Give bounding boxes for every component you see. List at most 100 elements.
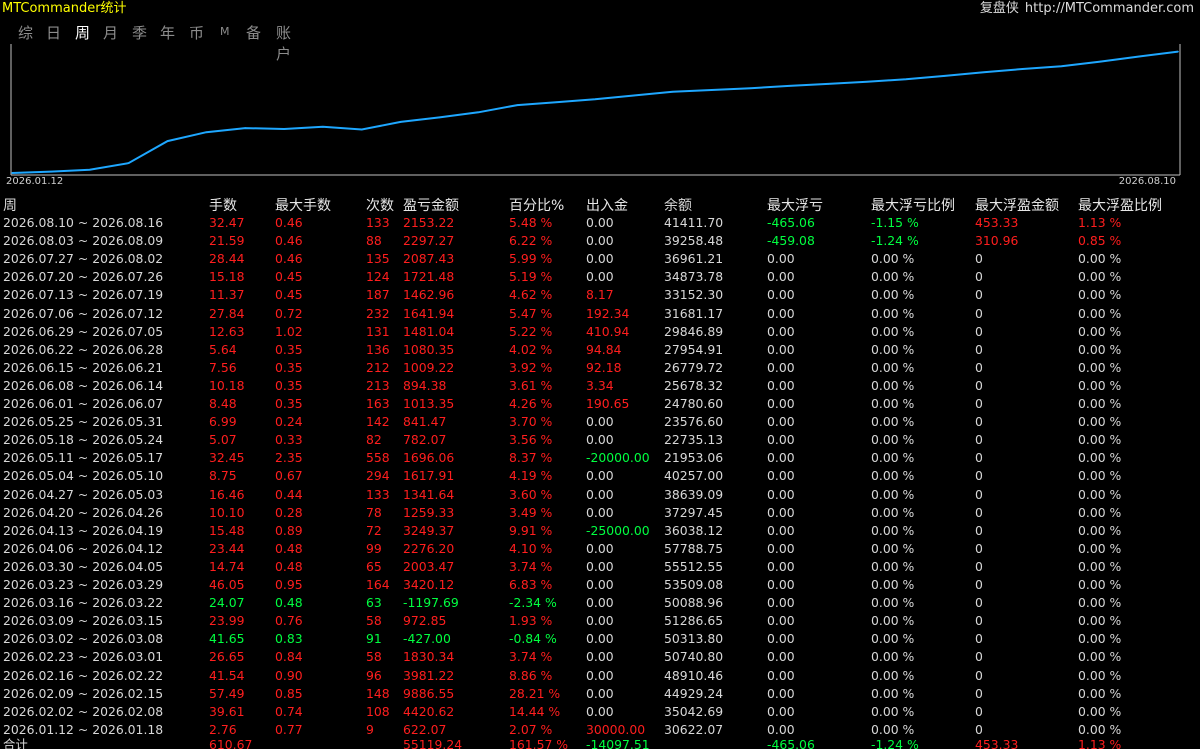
table-row[interactable]: 2026.04.13 ~ 2026.04.19 15.48 0.89 72 3249.3…: [0, 522, 1200, 540]
tab-m[interactable]: M: [220, 25, 230, 38]
cell-count: 133: [366, 486, 390, 502]
header-percent[interactable]: 百分比%: [509, 195, 564, 215]
table-row[interactable]: 2026.02.16 ~ 2026.02.22 41.54 0.90 96 3981.2…: [0, 667, 1200, 685]
tab-week[interactable]: 周: [75, 22, 90, 43]
cell-count: 232: [366, 305, 390, 321]
cell-max-floating-loss-ratio: 0.00 %: [871, 396, 915, 411]
cell-pnl: 2153.22: [403, 215, 455, 230]
table-row[interactable]: 2026.06.01 ~ 2026.06.07 8.48 0.35 163 1013.3…: [0, 395, 1200, 413]
cell-count: 96: [366, 667, 382, 683]
tab-day[interactable]: 日: [46, 22, 61, 43]
cell-max-floating-loss-ratio: 0.00 %: [871, 251, 915, 267]
cell-max-lots: 0.45: [275, 269, 303, 285]
cell-pnl: 1009.22: [403, 359, 455, 375]
header-count[interactable]: 次数: [366, 195, 394, 215]
cell-balance: 53509.08: [664, 577, 724, 592]
cell-lots: 15.18: [209, 269, 245, 285]
cell-count: 135: [366, 251, 390, 267]
table-row[interactable]: 2026.08.10 ~ 2026.08.16 32.47 0.46 133 2153.…: [0, 214, 1200, 232]
header-lots[interactable]: 手数: [209, 195, 237, 215]
cell-max-floating-profit-ratio: 0.00 %: [1078, 269, 1122, 285]
header-max-floating-profit-ratio[interactable]: 最大浮盈比例: [1078, 195, 1162, 215]
cell-max-lots: 0.46: [275, 233, 303, 249]
table-row[interactable]: 2026.07.20 ~ 2026.07.26 15.18 0.45 124 1721.…: [0, 268, 1200, 286]
table-row[interactable]: 2026.03.23 ~ 2026.03.29 46.05 0.95 164 3420.…: [0, 576, 1200, 594]
cell-max-floating-loss: 0.00: [767, 396, 795, 411]
cell-balance: 57788.75: [664, 540, 724, 556]
table-row[interactable]: 2026.03.16 ~ 2026.03.22 24.07 0.48 63 -1197.…: [0, 594, 1200, 612]
table-row[interactable]: 2026.04.06 ~ 2026.04.12 23.44 0.48 99 2276.2…: [0, 540, 1200, 558]
cell-max-lots: 0.72: [275, 305, 303, 321]
header-max-floating-profit[interactable]: 最大浮盈金额: [975, 195, 1059, 215]
table-row[interactable]: 2026.06.15 ~ 2026.06.21 7.56 0.35 212 1009.2…: [0, 359, 1200, 377]
table-row[interactable]: 2026.06.22 ~ 2026.06.28 5.64 0.35 136 1080.3…: [0, 341, 1200, 359]
cell-max-floating-profit-ratio: 0.00 %: [1078, 287, 1122, 303]
cell-deposit: 0.00: [586, 631, 614, 647]
cell-max-floating-loss: 0.00: [767, 287, 795, 303]
table-row[interactable]: 2026.03.09 ~ 2026.03.15 23.99 0.76 58 972.85…: [0, 612, 1200, 630]
header-pnl[interactable]: 盈亏金额: [403, 195, 459, 215]
cell-max-floating-profit: 0: [975, 703, 983, 719]
cell-week: 2026.04.06 ~ 2026.04.12: [3, 540, 164, 556]
header-max-floating-loss-ratio[interactable]: 最大浮亏比例: [871, 195, 955, 215]
tab-quarter[interactable]: 季: [132, 22, 147, 43]
cell-max-floating-loss-ratio: 0.00 %: [871, 323, 915, 339]
cell-percent: 4.19 %: [509, 468, 553, 484]
tab-month[interactable]: 月: [103, 22, 118, 43]
tab-year[interactable]: 年: [160, 22, 175, 43]
cell-max-lots: 0.48: [275, 540, 303, 556]
tab-composite[interactable]: 综: [18, 22, 33, 43]
table-total-row[interactable]: 合计 610.67 55119.24 161.57 % -14097.51 -465.06…: [0, 736, 1200, 749]
header-max-lots[interactable]: 最大手数: [275, 195, 331, 215]
table-row[interactable]: 2026.05.25 ~ 2026.05.31 6.99 0.24 142 841.47…: [0, 413, 1200, 431]
table-row[interactable]: 2026.06.08 ~ 2026.06.14 10.18 0.35 213 894.3…: [0, 377, 1200, 395]
cell-max-floating-profit: 310.96: [975, 233, 1019, 249]
header-deposit[interactable]: 出入金: [586, 195, 628, 215]
table-row[interactable]: 2026.06.29 ~ 2026.07.05 12.63 1.02 131 1481.…: [0, 323, 1200, 341]
table-row[interactable]: 2026.07.27 ~ 2026.08.02 28.44 0.46 135 2087.…: [0, 250, 1200, 268]
table-row[interactable]: 2026.07.06 ~ 2026.07.12 27.84 0.72 232 1641.…: [0, 305, 1200, 323]
table-row[interactable]: 2026.07.13 ~ 2026.07.19 11.37 0.45 187 1462.…: [0, 286, 1200, 304]
cell-max-floating-profit-ratio: 0.00 %: [1078, 667, 1122, 683]
header-max-floating-loss[interactable]: 最大浮亏: [767, 195, 823, 215]
table-row[interactable]: 2026.03.02 ~ 2026.03.08 41.65 0.83 91 -427.0…: [0, 630, 1200, 648]
brand-url-link[interactable]: http://MTCommander.com: [1025, 1, 1194, 16]
cell-balance: 44929.24: [664, 685, 724, 701]
header-week[interactable]: 周: [3, 195, 17, 215]
cell-week: 2026.04.20 ~ 2026.04.26: [3, 504, 164, 520]
table-row[interactable]: 2026.05.11 ~ 2026.05.17 32.45 2.35 558 1696.…: [0, 449, 1200, 467]
cell-max-floating-profit-ratio: 0.00 %: [1078, 341, 1122, 357]
table-row[interactable]: 2026.02.23 ~ 2026.03.01 26.65 0.84 58 1830.3…: [0, 648, 1200, 666]
cell-lots: 10.18: [209, 377, 245, 393]
balance-line-chart: [10, 44, 1181, 176]
cell-count: 108: [366, 703, 390, 719]
table-row[interactable]: 2026.05.18 ~ 2026.05.24 5.07 0.33 82 782.07 3…: [0, 431, 1200, 449]
table-row[interactable]: 2026.05.04 ~ 2026.05.10 8.75 0.67 294 1617.9…: [0, 467, 1200, 485]
table-row[interactable]: 2026.08.03 ~ 2026.08.09 21.59 0.46 88 2297.2…: [0, 232, 1200, 250]
cell-max-floating-loss-ratio: 0.00 %: [871, 577, 915, 592]
cell-percent: 3.49 %: [509, 504, 553, 520]
table-row[interactable]: 2026.04.20 ~ 2026.04.26 10.10 0.28 78 1259.3…: [0, 504, 1200, 522]
cell-lots: 23.44: [209, 540, 245, 556]
cell-max-floating-profit: 0: [975, 504, 983, 520]
cell-week: 2026.07.20 ~ 2026.07.26: [3, 269, 164, 285]
cell-pnl: 1462.96: [403, 287, 455, 303]
table-row[interactable]: 2026.02.02 ~ 2026.02.08 39.61 0.74 108 4420.…: [0, 703, 1200, 721]
cell-count: 72: [366, 522, 382, 538]
cell-max-floating-profit: 0: [975, 631, 983, 647]
cell-lots: 32.47: [209, 215, 245, 230]
tab-currency[interactable]: 币: [189, 22, 204, 43]
cell-percent: 14.44 %: [509, 703, 561, 719]
table-row[interactable]: 2026.02.09 ~ 2026.02.15 57.49 0.85 148 9886.…: [0, 685, 1200, 703]
cell-percent: 5.19 %: [509, 269, 553, 285]
table-row[interactable]: 2026.03.30 ~ 2026.04.05 14.74 0.48 65 2003.4…: [0, 558, 1200, 576]
cell-max-floating-loss: 0.00: [767, 269, 795, 285]
app-title: MTCommander统计: [2, 1, 127, 16]
cell-max-floating-profit: 0: [975, 649, 983, 665]
tab-backup[interactable]: 备: [246, 22, 261, 43]
table-row[interactable]: 2026.04.27 ~ 2026.05.03 16.46 0.44 133 1341.…: [0, 486, 1200, 504]
cell-max-lots: 0.35: [275, 377, 303, 393]
cell-lots: 32.45: [209, 450, 245, 466]
header-balance[interactable]: 余额: [664, 195, 692, 215]
cell-deposit: 0.00: [586, 577, 614, 592]
